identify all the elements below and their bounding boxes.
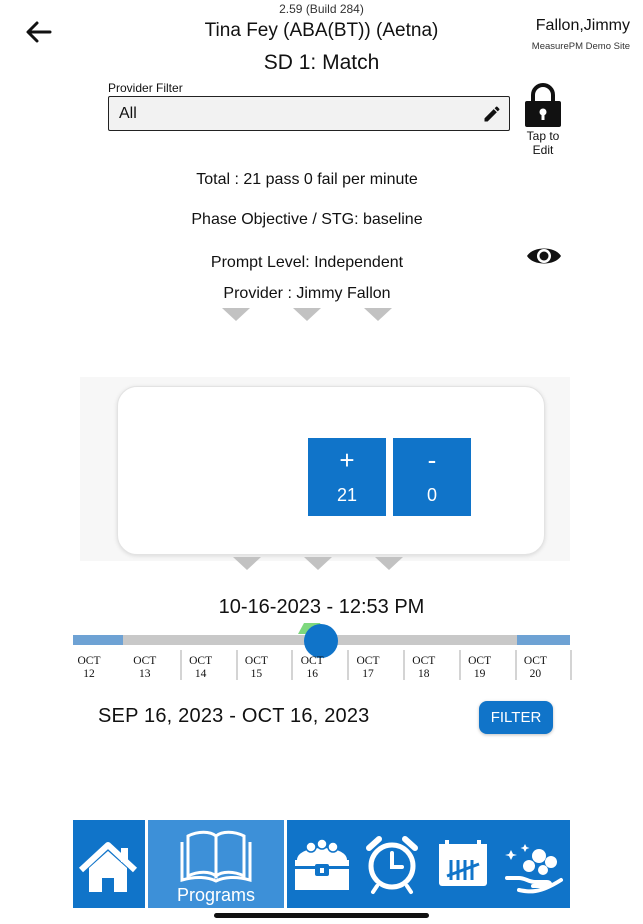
timeline-left-edge (73, 635, 123, 645)
prompt-level: Prompt Level: Independent (210, 254, 404, 271)
pass-button[interactable]: + 21 (308, 438, 386, 516)
fail-count: 0 (426, 485, 437, 505)
expand-arrow-icon[interactable] (222, 308, 250, 321)
nav-tally[interactable] (427, 820, 499, 908)
nav-earnings[interactable] (499, 820, 570, 908)
timeline-day: 16 (306, 668, 318, 680)
total-summary: Total : 21 pass 0 fail per minute (196, 171, 418, 188)
timeline-month: OCT (77, 655, 101, 667)
timeline-date-label[interactable]: OCT 12 (69, 655, 109, 681)
visibility-toggle[interactable] (525, 243, 563, 269)
timeline-month: OCT (468, 655, 492, 667)
timeline-month: OCT (189, 655, 213, 667)
nav-rewards[interactable] (287, 820, 357, 908)
filter-button[interactable]: FILTER (479, 701, 553, 734)
timeline-day: 20 (529, 668, 542, 680)
session-datetime: 10-16-2023 - 12:53 PM (218, 596, 425, 618)
book-icon (180, 830, 252, 883)
timeline-day: 13 (139, 668, 151, 680)
timeline-date-label[interactable]: OCT 13 (125, 655, 165, 681)
timeline-date-label[interactable]: OCT 14 (181, 655, 221, 681)
timeline-tick (570, 650, 573, 680)
alarm-clock-icon (366, 836, 418, 894)
timeline-day: 14 (194, 668, 207, 680)
timeline-handle[interactable] (304, 624, 338, 658)
eye-icon (527, 248, 561, 264)
timeline-date-label[interactable]: OCT 16 (292, 655, 332, 681)
expand-arrow-icon[interactable] (375, 557, 403, 570)
tally-calendar-icon (439, 840, 487, 886)
expand-arrow-icon[interactable] (364, 308, 392, 321)
lock-button[interactable] (522, 82, 564, 128)
timeline-day: 18 (418, 668, 430, 680)
app-version: 2.59 (Build 284) (279, 2, 364, 16)
fail-button[interactable]: - 0 (393, 438, 471, 516)
timeline-date-label[interactable]: OCT 19 (460, 655, 500, 681)
bottom-nav: Programs (73, 820, 570, 908)
nav-home[interactable] (73, 820, 145, 908)
user-name: Fallon,Jimmy (535, 17, 630, 34)
pencil-icon[interactable] (482, 104, 502, 124)
treasure-chest-icon (295, 838, 349, 890)
expand-arrow-icon[interactable] (233, 557, 261, 570)
user-site: MeasurePM Demo Site (531, 41, 630, 52)
pass-count: 21 (336, 485, 358, 505)
provider-filter-value: All (119, 105, 137, 122)
timeline-right-edge (517, 635, 570, 645)
program-title: SD 1: Match (263, 51, 380, 74)
date-range: SEP 16, 2023 - OCT 16, 2023 (98, 705, 370, 727)
timeline-date-label[interactable]: OCT 18 (404, 655, 444, 681)
timeline-day: 17 (362, 668, 374, 680)
timeline-month: OCT (244, 655, 268, 667)
hand-coins-icon (505, 844, 563, 894)
plus-symbol: + (339, 445, 355, 475)
timeline-month: OCT (133, 655, 157, 667)
timeline-month: OCT (300, 655, 324, 667)
home-indicator (214, 913, 429, 918)
timeline-month: OCT (523, 655, 547, 667)
timeline-day: 12 (83, 668, 95, 680)
nav-programs[interactable]: Programs (148, 820, 284, 908)
timeline-day: 19 (473, 668, 486, 680)
home-icon (78, 842, 138, 892)
timeline-date-label[interactable]: OCT 20 (515, 655, 555, 681)
expand-arrow-icon[interactable] (293, 308, 321, 321)
timeline-date-label[interactable]: OCT 15 (236, 655, 276, 681)
timeline-date-label[interactable]: OCT 17 (348, 655, 388, 681)
timeline-month: OCT (412, 655, 436, 667)
minus-symbol: - (427, 445, 437, 475)
provider-name: Provider : Jimmy Fallon (223, 285, 391, 302)
timeline-month: OCT (356, 655, 380, 667)
phase-objective: Phase Objective / STG: baseline (191, 211, 423, 228)
expand-arrow-icon[interactable] (304, 557, 332, 570)
nav-timer[interactable] (357, 820, 427, 908)
provider-filter-label: Provider Filter (108, 81, 183, 95)
timeline-day: 15 (250, 668, 263, 680)
provider-filter-field[interactable]: All (108, 96, 510, 131)
nav-programs-label: Programs (176, 885, 256, 905)
lock-icon (525, 83, 561, 127)
lock-label: Tap to Edit (526, 129, 560, 157)
